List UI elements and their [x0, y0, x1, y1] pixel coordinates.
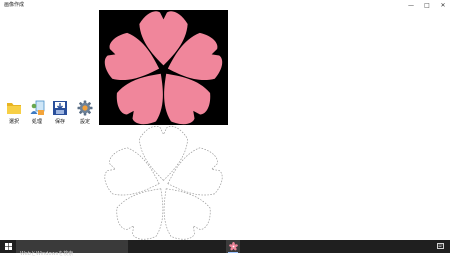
- maximize-button[interactable]: □: [420, 0, 434, 10]
- process-button[interactable]: 処理: [26, 100, 48, 128]
- taskbar-app-button[interactable]: [226, 240, 240, 253]
- notification-button[interactable]: [436, 242, 445, 251]
- close-button[interactable]: ✕: [436, 0, 450, 10]
- select-label: 選択: [8, 119, 19, 125]
- minimize-button[interactable]: —: [404, 0, 418, 10]
- save-button[interactable]: 保存: [49, 100, 71, 128]
- save-label: 保存: [54, 119, 65, 125]
- save-icon: [53, 101, 67, 115]
- app-window: 画像作成 — □ ✕ 選択 処理 保存 設定: [0, 0, 450, 240]
- start-button[interactable]: [0, 240, 16, 253]
- notification-icon: [437, 243, 444, 249]
- image-preview: [99, 10, 228, 125]
- window-title: 画像作成: [4, 2, 25, 8]
- folder-icon: [7, 103, 21, 114]
- process-label: 処理: [31, 119, 42, 125]
- settings-button[interactable]: 設定: [74, 100, 96, 128]
- sakura-app-icon: [228, 242, 238, 251]
- windows-logo-icon: [4, 243, 12, 250]
- taskbar: [0, 240, 450, 261]
- search-input[interactable]: [20, 247, 128, 261]
- process-icon: [30, 100, 45, 115]
- taskbar-search[interactable]: [16, 240, 128, 261]
- settings-label: 設定: [79, 119, 90, 125]
- select-button[interactable]: 選択: [3, 100, 25, 128]
- sakura-outline: [99, 125, 228, 240]
- outline-preview: [99, 125, 228, 240]
- gear-icon: [77, 100, 93, 116]
